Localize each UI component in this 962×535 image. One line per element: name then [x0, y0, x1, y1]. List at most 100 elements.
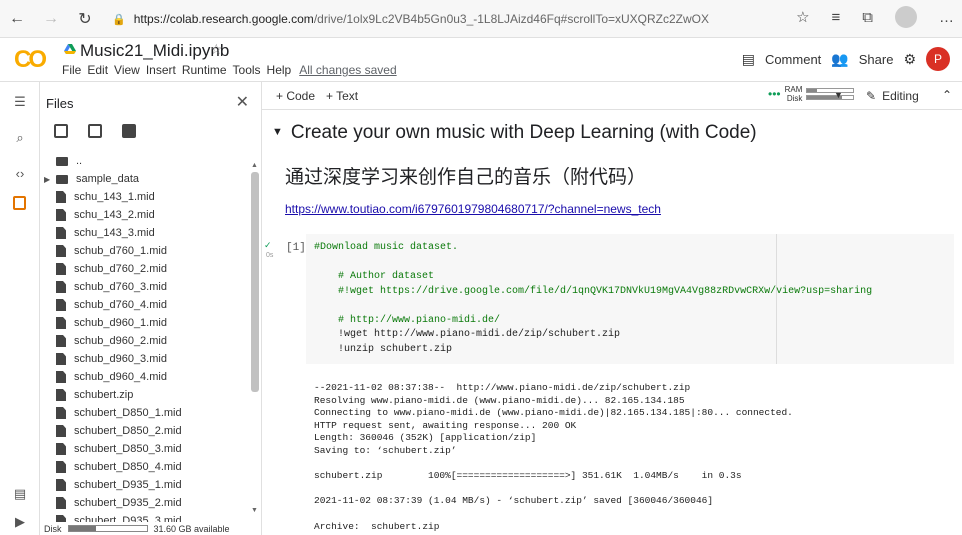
file-name: schubert_D850_4.mid [74, 461, 182, 473]
expand-icon[interactable]: ▶ [44, 175, 56, 184]
ram-label: RAM [784, 85, 803, 94]
code-cell[interactable]: ✓ 0s [1] #Download music dataset. # Auth… [262, 234, 957, 364]
files-icon[interactable] [13, 196, 26, 210]
file-name: sample_data [76, 173, 139, 185]
file-icon [56, 299, 66, 311]
menu-view[interactable]: View [114, 63, 140, 77]
notebook-toolbar: + Code + Text ••• RAM Disk ▼ ✎ Editing ⌃ [262, 82, 962, 110]
close-icon[interactable]: ✕ [236, 92, 249, 112]
file-name: .. [76, 155, 83, 167]
share-icon[interactable]: 👥 [831, 51, 848, 68]
add-code-button[interactable]: + Code [276, 89, 315, 103]
chevron-down-icon[interactable]: ▼ [834, 90, 843, 100]
check-icon: ✓ [264, 240, 272, 250]
file-icon [56, 335, 66, 347]
file-item[interactable]: schub_d760_1.mid [40, 242, 252, 260]
address-bar[interactable]: 🔒 https://colab.research.google.com/driv… [112, 6, 802, 32]
collapse-icon[interactable]: ⌃ [942, 88, 952, 102]
code-line: #Download music dataset. [314, 242, 459, 253]
file-item[interactable]: schub_d760_3.mid [40, 278, 252, 296]
output-line: Length: 360046 (352K) [application/zip] [314, 432, 537, 444]
menu-help[interactable]: Help [267, 63, 292, 77]
refresh-icon[interactable] [88, 124, 102, 138]
settings-icon[interactable]: ⚙ [903, 51, 916, 68]
file-item[interactable]: schu_143_2.mid [40, 206, 252, 224]
file-item[interactable]: schubert_D850_3.mid [40, 440, 252, 458]
search-icon[interactable]: ⌕ [0, 130, 40, 146]
folder-item[interactable]: ▶ sample_data [40, 170, 252, 188]
file-icon [56, 263, 66, 275]
output-line: Resolving www.piano-midi.de (www.piano-m… [314, 394, 685, 406]
forward-icon[interactable]: → [34, 10, 68, 28]
file-name: schub_d960_1.mid [74, 317, 167, 329]
files-scrollbar[interactable]: ▲ ▼ [251, 162, 259, 514]
menu-file[interactable]: File [62, 63, 81, 77]
url-host: https://colab.research.google.com [133, 12, 314, 26]
menu-edit[interactable]: Edit [87, 63, 108, 77]
star-icon[interactable]: ☆ [210, 41, 223, 58]
file-icon [56, 425, 66, 437]
favorites-list-icon[interactable]: ≡ [832, 9, 841, 26]
scroll-up-icon[interactable]: ▲ [251, 162, 258, 169]
comment-button[interactable]: Comment [765, 52, 821, 67]
section-heading[interactable]: ▼ Create your own music with Deep Learnin… [272, 122, 757, 144]
pencil-icon: ✎ [866, 89, 877, 103]
upload-icon[interactable] [54, 124, 68, 138]
scroll-thumb[interactable] [251, 172, 259, 392]
file-item[interactable]: schubert_D850_4.mid [40, 458, 252, 476]
menu-runtime[interactable]: Runtime [182, 63, 227, 77]
heading-chinese: 通过深度学习来创作自己的音乐（附代码） [285, 167, 647, 188]
terminal-icon[interactable]: ▶ [0, 514, 40, 530]
file-item[interactable]: schubert.zip [40, 386, 252, 404]
folder-icon [56, 156, 68, 166]
favorite-icon[interactable]: ☆ [796, 8, 809, 26]
back-icon[interactable]: ← [0, 10, 34, 28]
user-avatar[interactable]: P [926, 47, 950, 71]
editing-mode[interactable]: ✎ Editing [866, 89, 919, 103]
file-item[interactable]: schub_d760_4.mid [40, 296, 252, 314]
article-link[interactable]: https://www.toutiao.com/i679760197980468… [285, 202, 661, 216]
disk-usage-fill [68, 526, 96, 531]
colab-logo[interactable]: CO [14, 46, 47, 74]
comment-icon[interactable]: ▤ [742, 51, 755, 68]
file-item[interactable]: schu_143_3.mid [40, 224, 252, 242]
file-item[interactable]: schub_d960_1.mid [40, 314, 252, 332]
scroll-down-icon[interactable]: ▼ [251, 507, 258, 514]
menu-tools[interactable]: Tools [233, 63, 261, 77]
url-path: /drive/1olx9Lc2VB4b5Gn0u3_-1L8LJAizd46Fq… [313, 12, 710, 26]
more-icon[interactable]: … [939, 9, 954, 26]
reload-icon[interactable]: ↻ [68, 9, 102, 29]
collapse-section-icon[interactable]: ▼ [272, 126, 283, 138]
file-item[interactable]: schub_d960_2.mid [40, 332, 252, 350]
notebook-scrollbar[interactable] [954, 110, 962, 535]
code-editor[interactable]: #Download music dataset. # Author datase… [306, 234, 956, 364]
file-item[interactable]: schubert_D935_3.mid [40, 512, 252, 522]
file-item[interactable]: schub_d760_2.mid [40, 260, 252, 278]
file-item[interactable]: schubert_D935_1.mid [40, 476, 252, 494]
menu-insert[interactable]: Insert [146, 63, 176, 77]
share-button[interactable]: Share [859, 52, 894, 67]
profile-avatar[interactable] [895, 6, 917, 28]
mount-drive-icon[interactable] [122, 124, 136, 138]
collections-icon[interactable]: ⧉ [862, 9, 873, 26]
file-icon [56, 191, 66, 203]
add-text-button[interactable]: + Text [326, 89, 358, 103]
save-status[interactable]: All changes saved [299, 63, 396, 77]
file-item[interactable]: schubert_D935_2.mid [40, 494, 252, 512]
file-item[interactable]: schubert_D850_1.mid [40, 404, 252, 422]
file-item[interactable]: schubert_D850_2.mid [40, 422, 252, 440]
colab-header: CO Music21_Midi.ipynb ☆ File Edit View I… [0, 38, 962, 82]
output-line: Saving to: ‘schubert.zip’ [314, 445, 457, 456]
file-item[interactable]: schub_d960_3.mid [40, 350, 252, 368]
file-name: schubert_D935_1.mid [74, 479, 182, 491]
notebook-title[interactable]: Music21_Midi.ipynb [80, 41, 229, 61]
code-line: # Author dataset [314, 271, 435, 282]
file-icon [56, 245, 66, 257]
file-item[interactable]: schub_d960_4.mid [40, 368, 252, 386]
drive-icon [64, 44, 76, 54]
toc-icon[interactable]: ☰ [0, 94, 40, 110]
code-snippets-icon[interactable]: ‹› [0, 166, 40, 181]
file-item[interactable]: schu_143_1.mid [40, 188, 252, 206]
command-palette-icon[interactable]: ▤ [0, 486, 40, 502]
folder-item[interactable]: .. [40, 152, 252, 170]
